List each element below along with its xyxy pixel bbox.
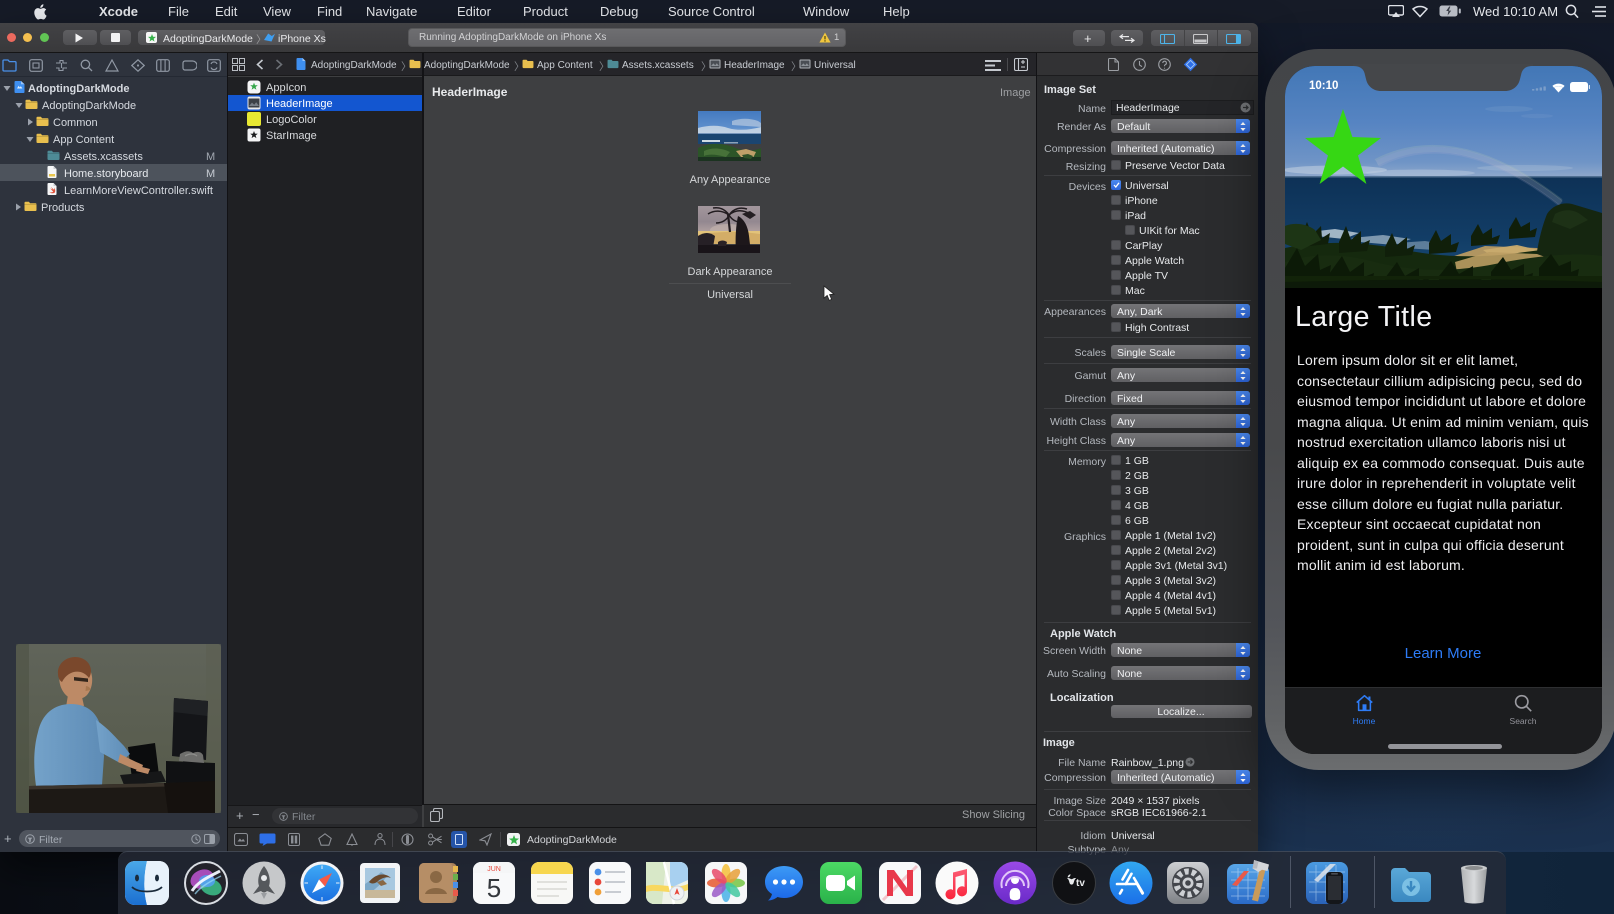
svg-text:5: 5: [487, 873, 501, 903]
svg-text:tv: tv: [1076, 878, 1085, 889]
svg-text:JUN: JUN: [487, 866, 501, 873]
